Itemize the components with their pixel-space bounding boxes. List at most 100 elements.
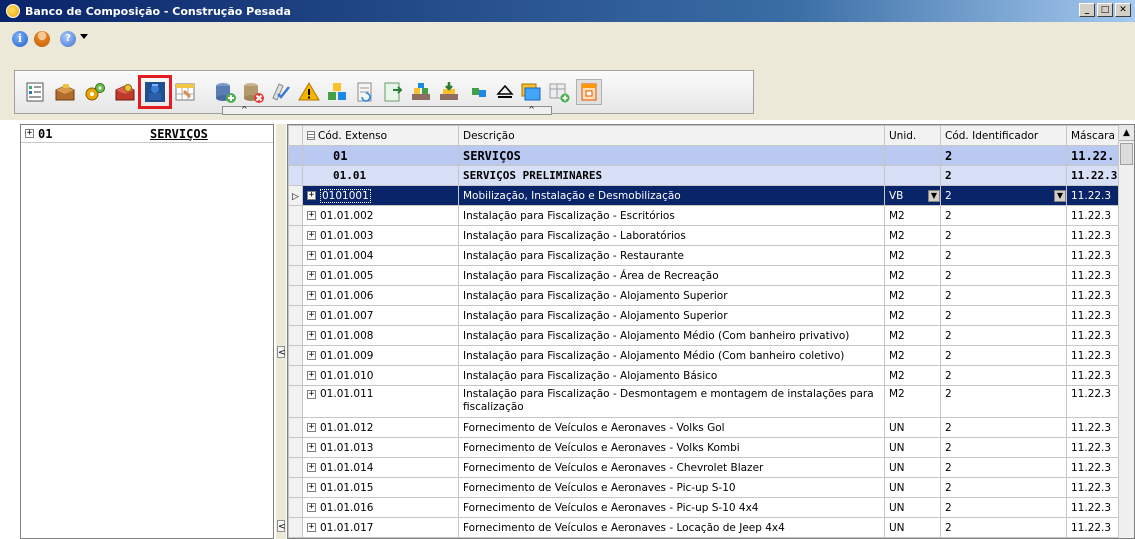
row-code[interactable]: 01.01.010	[320, 370, 373, 382]
row-identifier[interactable]: 2	[940, 345, 1067, 366]
dropdown-arrow-icon[interactable]: ▼	[1054, 189, 1066, 202]
column-header-description[interactable]: Descrição	[458, 125, 885, 146]
row-description[interactable]: Mobilização, Instalação e Desmobilização	[458, 185, 885, 206]
expand-icon[interactable]: +	[307, 211, 316, 220]
row-code[interactable]: 01.01.016	[320, 502, 373, 514]
row-description[interactable]: Fornecimento de Veículos e Aeronaves - P…	[458, 497, 885, 518]
expand-icon[interactable]: +	[307, 503, 316, 512]
row-unit[interactable]: UN	[884, 457, 941, 478]
table-row[interactable]: +01.01.003 Instalação para Fiscalização -…	[288, 225, 1133, 246]
table-row[interactable]: +01.01.017 Fornecimento de Veículos e Aer…	[288, 517, 1133, 538]
table-row[interactable]: +01.01.016 Fornecimento de Veículos e Aer…	[288, 497, 1133, 518]
row-identifier[interactable]: 2	[940, 517, 1067, 538]
link-icon[interactable]	[467, 80, 491, 104]
database-remove-icon[interactable]	[241, 80, 265, 104]
row-identifier[interactable]: 2	[940, 497, 1067, 518]
expand-icon[interactable]: +	[307, 351, 316, 360]
table-row[interactable]: +01.01.011 Instalação para Fiscalização -…	[288, 385, 1133, 418]
row-header[interactable]	[288, 205, 303, 226]
expand-icon[interactable]: +	[307, 389, 316, 399]
table-add-icon[interactable]	[547, 80, 571, 104]
row-unit[interactable]: M2	[884, 385, 941, 418]
row-description[interactable]: Fornecimento de Veículos e Aeronaves - P…	[458, 477, 885, 498]
minimize-button[interactable]: _	[1079, 3, 1095, 17]
expand-icon[interactable]: +	[307, 251, 316, 260]
row-description[interactable]: Instalação para Fiscalização - Escritóri…	[458, 205, 885, 226]
row-description[interactable]: Instalação para Fiscalização - Área de R…	[458, 265, 885, 286]
group-row[interactable]: 01.01 SERVIÇOS PRELIMINARES 2 11.22.3	[288, 165, 1133, 186]
table-row[interactable]: +01.01.009 Instalação para Fiscalização -…	[288, 345, 1133, 366]
expand-icon[interactable]: +	[307, 371, 316, 380]
row-header[interactable]	[288, 497, 303, 518]
panel-splitter[interactable]: < <	[276, 124, 286, 539]
row-identifier[interactable]: 2	[940, 285, 1067, 306]
expand-icon[interactable]: +	[307, 523, 316, 532]
row-description[interactable]: Fornecimento de Veículos e Aeronaves - L…	[458, 517, 885, 538]
row-code[interactable]: 01.01.015	[320, 482, 373, 494]
row-unit[interactable]: M2	[884, 345, 941, 366]
export-green-icon[interactable]	[381, 80, 405, 104]
row-header[interactable]	[288, 285, 303, 306]
table-row[interactable]: +01.01.015 Fornecimento de Veículos e Aer…	[288, 477, 1133, 498]
row-unit[interactable]: VB	[889, 190, 903, 202]
row-code[interactable]: 01.01.012	[320, 422, 373, 434]
stack-blocks-icon[interactable]	[409, 80, 433, 104]
row-identifier[interactable]: 2	[945, 190, 952, 202]
stack-arrow-icon[interactable]	[437, 80, 461, 104]
collapse-left-arrow-icon[interactable]: <	[277, 346, 286, 358]
table-row[interactable]: +01.01.014 Fornecimento de Veículos e Aer…	[288, 457, 1133, 478]
row-description[interactable]: Instalação para Fiscalização - Laboratór…	[458, 225, 885, 246]
row-header[interactable]: ▷	[288, 185, 303, 206]
box-open-icon[interactable]	[53, 80, 77, 104]
column-header-identifier[interactable]: Cód. Identificador	[940, 125, 1067, 146]
row-description[interactable]: Instalação para Fiscalização - Alojament…	[458, 305, 885, 326]
row-code[interactable]: 01.01.005	[320, 270, 373, 282]
row-description[interactable]: Instalação para Fiscalização - Restauran…	[458, 245, 885, 266]
box-gear-icon[interactable]	[113, 80, 137, 104]
table-row[interactable]: +01.01.007 Instalação para Fiscalização -…	[288, 305, 1133, 326]
row-header[interactable]	[288, 517, 303, 538]
scroll-up-icon[interactable]: ▲	[1119, 125, 1134, 141]
row-description[interactable]: Fornecimento de Veículos e Aeronaves - C…	[458, 457, 885, 478]
row-identifier[interactable]: 2	[940, 437, 1067, 458]
group-row[interactable]: 01 SERVIÇOS 2 11.22.	[288, 145, 1133, 166]
row-code[interactable]: 01.01.013	[320, 442, 373, 454]
row-header[interactable]	[288, 265, 303, 286]
expand-icon[interactable]: +	[307, 311, 316, 320]
expand-icon[interactable]: +	[25, 129, 34, 138]
row-code[interactable]: 01.01.007	[320, 310, 373, 322]
vertical-scrollbar[interactable]: ▲	[1118, 125, 1134, 538]
expand-icon[interactable]: +	[307, 271, 316, 280]
row-code[interactable]: 01.01.002	[320, 210, 373, 222]
row-identifier[interactable]: 2	[940, 305, 1067, 326]
row-unit[interactable]: M2	[884, 305, 941, 326]
tree-item[interactable]: + 01 SERVIÇOS	[21, 125, 273, 143]
properties-icon[interactable]	[23, 80, 47, 104]
row-code[interactable]: 01.01.014	[320, 462, 373, 474]
warning-icon[interactable]	[297, 80, 321, 104]
expand-icon[interactable]: +	[307, 423, 316, 432]
row-unit[interactable]: UN	[884, 517, 941, 538]
table-row[interactable]: ▷ +0101001 Mobilização, Instalação e Desmo…	[288, 185, 1133, 206]
row-identifier[interactable]: 2	[940, 225, 1067, 246]
row-identifier[interactable]: 2	[940, 477, 1067, 498]
row-identifier[interactable]: 2	[940, 385, 1067, 418]
toolbar-collapse-handle[interactable]: ^ ^	[222, 106, 552, 115]
row-identifier[interactable]: 2	[940, 457, 1067, 478]
column-chooser-icon[interactable]	[307, 130, 315, 140]
row-identifier[interactable]: 2	[940, 325, 1067, 346]
row-description[interactable]: Instalação para Fiscalização - Alojament…	[458, 345, 885, 366]
row-header[interactable]	[288, 225, 303, 246]
row-unit[interactable]: M2	[884, 285, 941, 306]
row-code[interactable]: 01.01.004	[320, 250, 373, 262]
row-header[interactable]	[288, 345, 303, 366]
row-unit[interactable]: UN	[884, 437, 941, 458]
expand-icon[interactable]: +	[307, 463, 316, 472]
row-header[interactable]	[288, 457, 303, 478]
calendar-table-icon[interactable]	[173, 80, 197, 104]
column-header-code[interactable]: Cód. Extenso	[302, 125, 459, 146]
close-button[interactable]: ✕	[1115, 3, 1131, 17]
row-description[interactable]: Instalação para Fiscalização - Alojament…	[458, 285, 885, 306]
checklist-icon[interactable]	[269, 80, 293, 104]
row-unit[interactable]: M2	[884, 325, 941, 346]
